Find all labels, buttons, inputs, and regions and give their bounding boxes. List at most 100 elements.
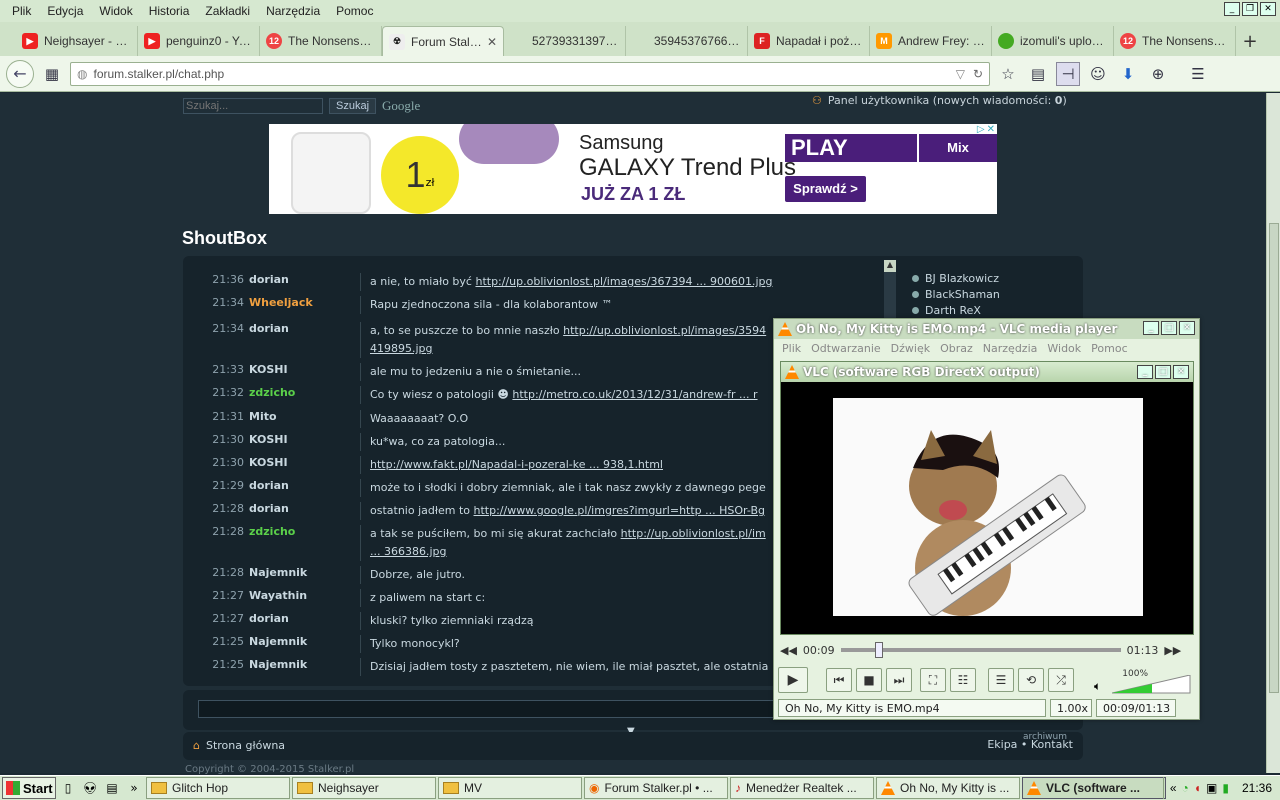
shout-username[interactable]: KOSHI <box>248 363 360 381</box>
tab-5[interactable]: 3594537676676241... <box>626 26 748 56</box>
tab-close-icon[interactable]: ✕ <box>487 35 497 49</box>
video-frame[interactable] <box>833 398 1143 616</box>
menu-widok[interactable]: Widok <box>91 4 140 18</box>
stop-button[interactable]: ■ <box>856 668 882 692</box>
menu-zakladki[interactable]: Zakładki <box>197 4 258 18</box>
shout-username[interactable]: Najemnik <box>248 658 360 676</box>
close-icon[interactable]: ✕ <box>1173 365 1189 379</box>
seek-bar[interactable] <box>840 642 1121 658</box>
tab-groups-icon[interactable]: ▦ <box>40 62 64 86</box>
play-button[interactable]: ▶ <box>778 667 808 693</box>
volume-control[interactable]: 🔈︎ 100% <box>1094 669 1194 697</box>
shout-username[interactable]: Wayathin <box>248 589 360 607</box>
reload-icon[interactable]: ↻ <box>973 67 983 81</box>
quicklaunch-document-icon[interactable]: ▯ <box>58 778 78 798</box>
taskbar-item[interactable]: Glitch Hop <box>146 777 290 799</box>
status-speed[interactable]: 1.00x <box>1050 699 1092 717</box>
scrollbar-thumb[interactable] <box>1269 223 1279 693</box>
tab-6[interactable]: F Napadał i poże... <box>748 26 870 56</box>
shout-username[interactable]: dorian <box>248 502 360 520</box>
taskbar-item[interactable]: ◉ Forum Stalker.pl • ... <box>584 777 728 799</box>
shout-username[interactable]: Najemnik <box>248 635 360 653</box>
online-user[interactable]: BJ Blazkowicz <box>912 270 1000 286</box>
shout-username[interactable]: zdzicho <box>248 525 360 561</box>
shout-username[interactable]: dorian <box>248 273 360 291</box>
shout-link-continued[interactable]: 419895.jpg <box>370 342 433 355</box>
seek-knob[interactable] <box>875 642 884 658</box>
shout-username[interactable]: KOSHI <box>248 433 360 451</box>
downloads-icon[interactable]: ⬇ <box>1116 62 1140 86</box>
online-user[interactable]: Darth ReX <box>912 302 1000 318</box>
shout-link[interactable]: http://metro.co.uk/2013/12/31/andrew-fr … <box>512 388 757 401</box>
taskbar-item[interactable]: VLC (software ... <box>1022 777 1166 799</box>
taskbar-item[interactable]: MV <box>438 777 582 799</box>
ad-choices[interactable]: ▷ ✕ <box>977 124 995 135</box>
shout-username[interactable]: Mito <box>248 410 360 428</box>
battery-icon[interactable]: ▮ <box>1222 781 1229 795</box>
taskbar-item[interactable]: ♪ Menedżer Realtek ... <box>730 777 874 799</box>
vlc-menu-item[interactable]: Pomoc <box>1091 342 1127 355</box>
playlist-button[interactable]: ☰ <box>988 668 1014 692</box>
url-bar[interactable]: ◍ forum.stalker.pl/chat.php ▽ ↻ <box>70 61 990 86</box>
minimize-icon[interactable]: _ <box>1137 365 1153 379</box>
shout-username[interactable]: Wheeljack <box>248 296 360 314</box>
user-panel-link[interactable]: ⚇ Panel użytkownika (nowych wiadomości: … <box>812 92 1067 108</box>
search-button[interactable]: Szukaj <box>329 98 377 114</box>
restore-icon[interactable]: ❐ <box>1242 2 1258 16</box>
vlc-menu-item[interactable]: Plik <box>782 342 801 355</box>
adchoices-icon[interactable]: ▷ <box>977 124 985 135</box>
vlc-menu-item[interactable]: Dźwięk <box>891 342 930 355</box>
advertisement-banner[interactable]: 1 zł Samsung GALAXY Trend Plus JUŻ ZA 1 Z… <box>269 124 997 214</box>
tab-1[interactable]: ▶ penguinz0 - Yo... <box>138 26 260 56</box>
tab-0[interactable]: ▶ Neighsayer - Fill... <box>16 26 138 56</box>
shout-link-continued[interactable]: ... 366386.jpg <box>370 545 447 558</box>
shout-link[interactable]: http://www.fakt.pl/Napadal-i-pozeral-ke … <box>370 458 663 471</box>
speaker-icon[interactable]: 🔈︎ <box>1094 679 1101 694</box>
chat-input[interactable] <box>198 700 798 718</box>
pin-icon[interactable]: ⊣ <box>1056 61 1080 86</box>
maximize-icon[interactable]: □ <box>1155 365 1171 379</box>
team-contact-links[interactable]: Ekipa • Kontakt <box>987 738 1073 751</box>
rewind-icon[interactable]: ◀◀ <box>780 644 797 657</box>
hamburger-menu-icon[interactable]: ☰ <box>1186 62 1210 86</box>
shout-username[interactable]: dorian <box>248 612 360 630</box>
ad-cta-button[interactable]: Sprawdź > <box>785 176 866 202</box>
tab-7[interactable]: M Andrew Frey: O... <box>870 26 992 56</box>
vlc-output-titlebar[interactable]: VLC (software RGB DirectX output) _ □ ✕ <box>781 362 1193 382</box>
tab-9[interactable]: 12 The Nonsense ... <box>1114 26 1236 56</box>
shout-link[interactable]: http://up.oblivionlost.pl/images/367394 … <box>475 275 772 288</box>
minimize-icon[interactable]: _ <box>1224 2 1240 16</box>
tab-8[interactable]: izomuli's upload... <box>992 26 1114 56</box>
previous-button[interactable]: ⏮ <box>826 668 852 692</box>
menu-narzedzia[interactable]: Narzędzia <box>258 4 328 18</box>
maximize-icon[interactable]: □ <box>1161 321 1177 335</box>
wifi-icon[interactable]: ◔ <box>1182 781 1189 795</box>
start-button[interactable]: Start <box>2 777 56 799</box>
loop-button[interactable]: ⟲ <box>1018 668 1044 692</box>
status-time[interactable]: 00:09/01:13 <box>1096 699 1176 717</box>
tab-2[interactable]: 12 The Nonsense ... <box>260 26 382 56</box>
fullscreen-button[interactable]: ⛶ <box>920 668 946 692</box>
vlc-menu-item[interactable]: Obraz <box>940 342 973 355</box>
minimize-icon[interactable]: _ <box>1143 321 1159 335</box>
shout-link[interactable]: http://up.oblivionlost.pl/images/3594 <box>563 324 766 337</box>
page-scrollbar[interactable] <box>1266 93 1280 773</box>
shout-link[interactable]: http://www.google.pl/imgres?imgurl=http … <box>474 504 765 517</box>
shout-username[interactable]: zdzicho <box>248 386 360 404</box>
close-icon[interactable]: ✕ <box>1260 2 1276 16</box>
volume-slider[interactable] <box>1112 675 1192 697</box>
menu-plik[interactable]: Plik <box>4 4 39 18</box>
translate-icon[interactable]: ⊕ <box>1146 62 1170 86</box>
reading-list-icon[interactable]: ▤ <box>1026 62 1050 86</box>
quicklaunch-alien-icon[interactable]: 👽︎ <box>80 778 100 798</box>
new-tab-button[interactable]: + <box>1236 26 1264 56</box>
vlc-menu-item[interactable]: Narzędzia <box>983 342 1038 355</box>
tray-expand-icon[interactable]: « <box>1170 781 1177 795</box>
shuffle-button[interactable]: ⤮ <box>1048 668 1074 692</box>
menu-pomoc[interactable]: Pomoc <box>328 4 381 18</box>
menu-edycja[interactable]: Edycja <box>39 4 91 18</box>
taskbar-item[interactable]: Oh No, My Kitty is ... <box>876 777 1020 799</box>
vlc-window[interactable]: Oh No, My Kitty is EMO.mp4 - VLC media p… <box>773 318 1200 720</box>
back-button[interactable]: ← <box>6 59 34 88</box>
menu-historia[interactable]: Historia <box>141 4 198 18</box>
